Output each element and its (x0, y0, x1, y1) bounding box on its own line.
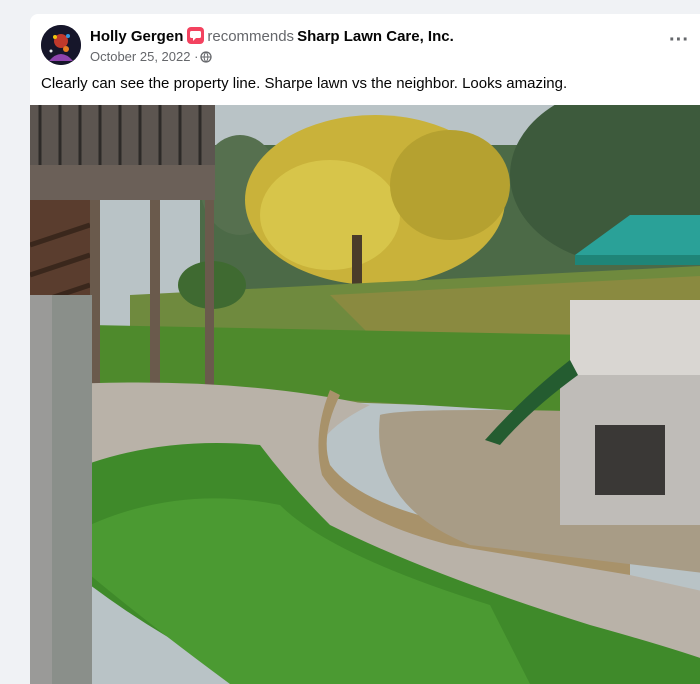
page-link[interactable]: Sharp Lawn Care, Inc. (297, 28, 454, 45)
lawn-photo (30, 105, 700, 684)
post-photo[interactable] (30, 105, 700, 684)
post-header: Holly Gergen recommends Sharp Lawn Care, I… (30, 14, 700, 104)
post-meta: October 25, 2022 · (90, 49, 213, 66)
author-avatar[interactable] (41, 25, 81, 65)
meta-separator: · (194, 49, 199, 64)
avatar-image (41, 25, 81, 65)
globe-icon[interactable] (200, 51, 213, 66)
recommends-label: recommends (207, 28, 295, 45)
post-date[interactable]: October 25, 2022 (90, 49, 190, 64)
post-headline: Holly Gergen recommends Sharp Lawn Care, I… (90, 27, 454, 45)
post-text: Clearly can see the property line. Sharp… (41, 75, 568, 92)
author-name[interactable]: Holly Gergen (90, 28, 183, 45)
post-card: Holly Gergen recommends Sharp Lawn Care, I… (30, 14, 700, 684)
recommend-badge-icon (187, 27, 205, 44)
more-options-icon[interactable]: ··· (662, 30, 696, 56)
